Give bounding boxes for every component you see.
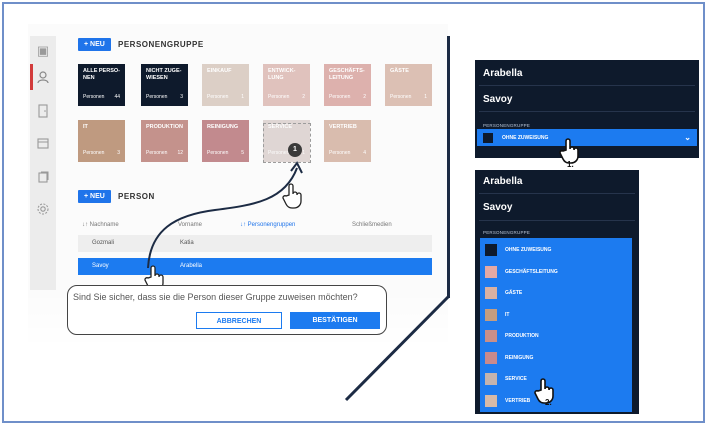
dropdown-option[interactable]: GESCHÄFTSLEITUNG — [480, 264, 632, 280]
detail-panel-step1: Arabella Savoy PERSONENGRUPPE OHNE ZUWEI… — [475, 60, 699, 158]
group-color-swatch — [483, 133, 493, 143]
option-color-swatch — [485, 308, 497, 321]
separator — [479, 193, 635, 194]
option-label: VERTRIEB — [505, 397, 531, 404]
panel-divider — [447, 36, 450, 298]
option-label: GESCHÄFTSLEITUNG — [505, 268, 558, 275]
separator — [479, 85, 695, 86]
hand-cursor-icon — [281, 183, 305, 209]
option-color-swatch — [485, 351, 497, 364]
dropdown-option[interactable]: PRODUKTION — [480, 328, 632, 344]
option-color-swatch — [485, 330, 497, 342]
group-label: PERSONENGRUPPE — [483, 230, 531, 235]
separator — [479, 220, 635, 221]
confirm-message: Sind Sie sicher, dass sie die Person die… — [73, 292, 358, 302]
separator — [479, 111, 695, 112]
confirm-dialog: Sind Sie sicher, dass sie die Person die… — [67, 285, 387, 335]
dropdown-option[interactable]: IT — [480, 307, 632, 323]
detail-panel-step2: Arabella Savoy PERSONENGRUPPE OHNE ZUWEI… — [475, 170, 639, 414]
dropdown-option[interactable]: OHNE ZUWEISUNG — [480, 242, 632, 258]
cancel-button[interactable]: ABBRECHEN — [196, 312, 282, 329]
option-label: REINIGUNG — [505, 354, 534, 361]
option-label: GÄSTE — [505, 290, 523, 296]
group-label: PERSONENGRUPPE — [483, 123, 531, 128]
last-name-field[interactable]: Savoy — [483, 94, 512, 105]
option-color-swatch — [485, 373, 497, 385]
option-color-swatch — [485, 265, 497, 278]
first-name-field[interactable]: Arabella — [483, 176, 522, 187]
option-color-swatch — [485, 394, 497, 407]
first-name-field[interactable]: Arabella — [483, 68, 522, 79]
group-dropdown[interactable]: OHNE ZUWEISUNG ⌄ — [477, 129, 697, 146]
step-label: 2. — [545, 398, 552, 407]
option-label: SERVICE — [505, 376, 527, 382]
last-name-field[interactable]: Savoy — [483, 202, 512, 213]
chevron-down-icon: ⌄ — [684, 133, 691, 142]
dropdown-option[interactable]: REINIGUNG — [480, 350, 632, 366]
dropdown-option[interactable]: GÄSTE — [480, 285, 632, 301]
option-color-swatch — [485, 244, 497, 256]
confirm-button[interactable]: BESTÄTIGEN — [290, 312, 380, 329]
step-label: 1. — [567, 160, 574, 169]
option-label: PRODUKTION — [505, 333, 539, 339]
option-color-swatch — [485, 287, 497, 299]
option-label: IT — [505, 311, 510, 318]
option-label: OHNE ZUWEISUNG — [505, 247, 552, 253]
group-dropdown-value: OHNE ZUWEISUNG — [502, 135, 549, 141]
